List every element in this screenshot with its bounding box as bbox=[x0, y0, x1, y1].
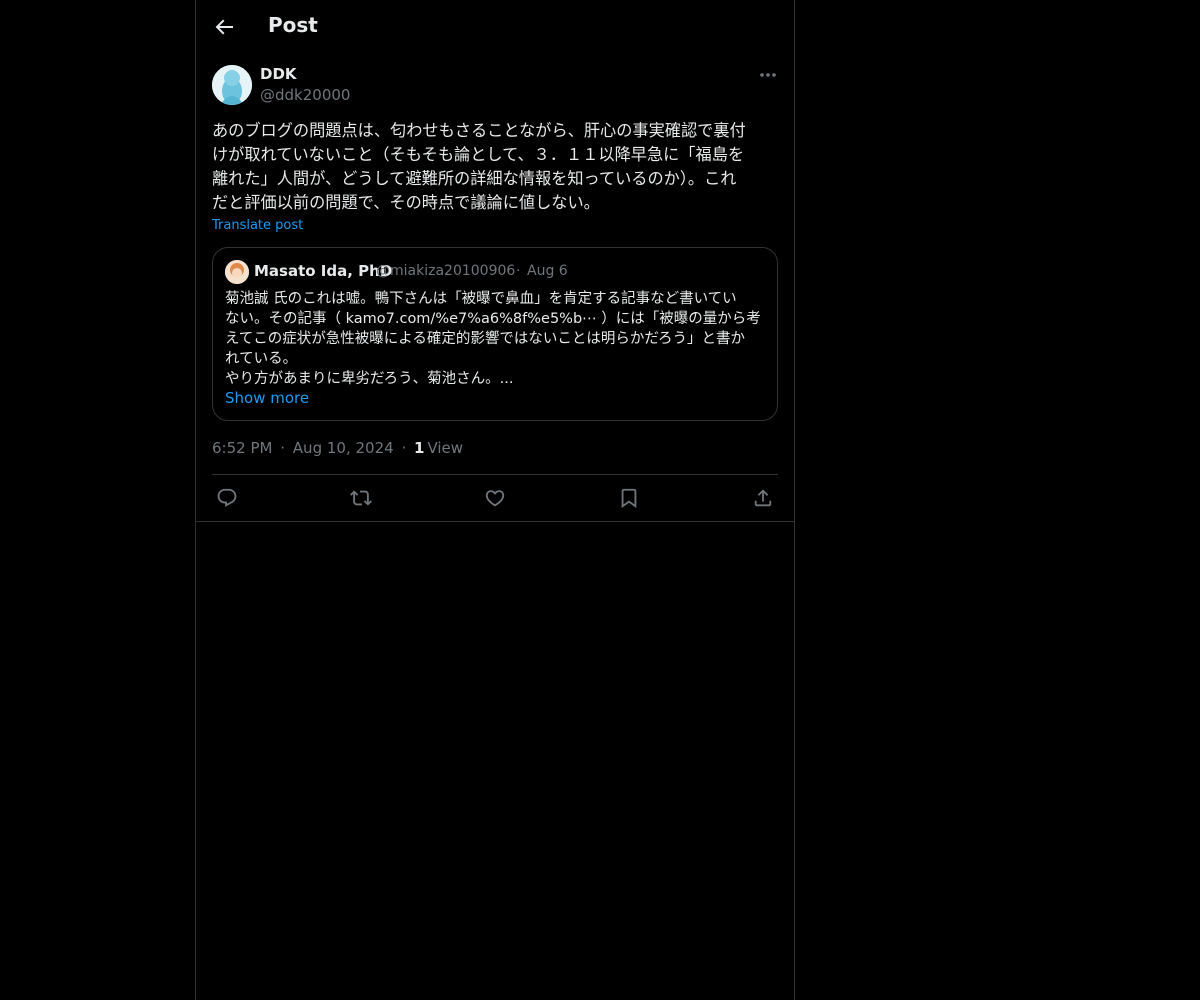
share-button[interactable] bbox=[752, 487, 774, 509]
like-icon bbox=[485, 490, 505, 507]
quoted-post[interactable]: Masato Ida, PhD @miakiza20100906 · Aug 6… bbox=[212, 247, 778, 421]
quoted-date: Aug 6 bbox=[527, 263, 568, 279]
page-header: Post bbox=[196, 0, 794, 54]
post-text: あのブログの問題点は、匂わせもさることながら、肝心の事実確認で裏付 けが取れてい… bbox=[212, 121, 746, 212]
more-options-button[interactable] bbox=[758, 67, 778, 83]
avatar-image-icon bbox=[212, 65, 252, 105]
post-date[interactable]: Aug 10, 2024 bbox=[293, 439, 394, 457]
share-icon bbox=[754, 489, 772, 507]
translate-post-link[interactable]: Translate post bbox=[212, 218, 303, 233]
views-label: View bbox=[427, 439, 464, 457]
bookmark-button[interactable] bbox=[618, 487, 640, 509]
divider bbox=[212, 474, 778, 475]
author-handle[interactable]: @ddk20000 bbox=[260, 86, 350, 104]
back-button[interactable] bbox=[212, 15, 236, 39]
quoted-author-name: Masato Ida, PhD bbox=[254, 262, 393, 280]
views-count: 1 bbox=[414, 439, 425, 457]
post-time[interactable]: 6:52 PM bbox=[212, 439, 272, 457]
separator-dot: · bbox=[401, 439, 407, 457]
post-metadata: 6:52 PM · Aug 10, 2024 · 1 View bbox=[212, 439, 466, 457]
like-button[interactable] bbox=[484, 487, 506, 509]
reply-icon bbox=[217, 488, 237, 507]
divider bbox=[196, 521, 794, 522]
main-column: Post DDK @ddk20000 あのブログの問題点は、匂わせもさることなが… bbox=[195, 0, 795, 1000]
page-title: Post bbox=[268, 13, 318, 37]
more-icon bbox=[760, 73, 776, 77]
quoted-avatar-image-icon bbox=[225, 260, 249, 284]
post-author: DDK @ddk20000 bbox=[212, 65, 778, 105]
reply-button[interactable] bbox=[216, 487, 238, 509]
show-more-link[interactable]: Show more bbox=[225, 389, 309, 407]
repost-button[interactable] bbox=[350, 487, 372, 509]
quoted-avatar bbox=[225, 260, 249, 284]
repost-icon bbox=[350, 490, 372, 506]
separator-dot: · bbox=[280, 439, 286, 457]
author-name[interactable]: DDK bbox=[260, 65, 297, 83]
quoted-text: 菊池誠 氏のこれは嘘。鴨下さんは「被曝で鼻血」を肯定する記事など書いてい ない。… bbox=[225, 291, 761, 387]
bookmark-icon bbox=[621, 488, 637, 509]
avatar[interactable] bbox=[212, 65, 252, 105]
quoted-author-handle: @miakiza20100906 bbox=[376, 263, 516, 279]
separator-dot: · bbox=[516, 263, 521, 279]
back-arrow-icon bbox=[215, 19, 233, 35]
